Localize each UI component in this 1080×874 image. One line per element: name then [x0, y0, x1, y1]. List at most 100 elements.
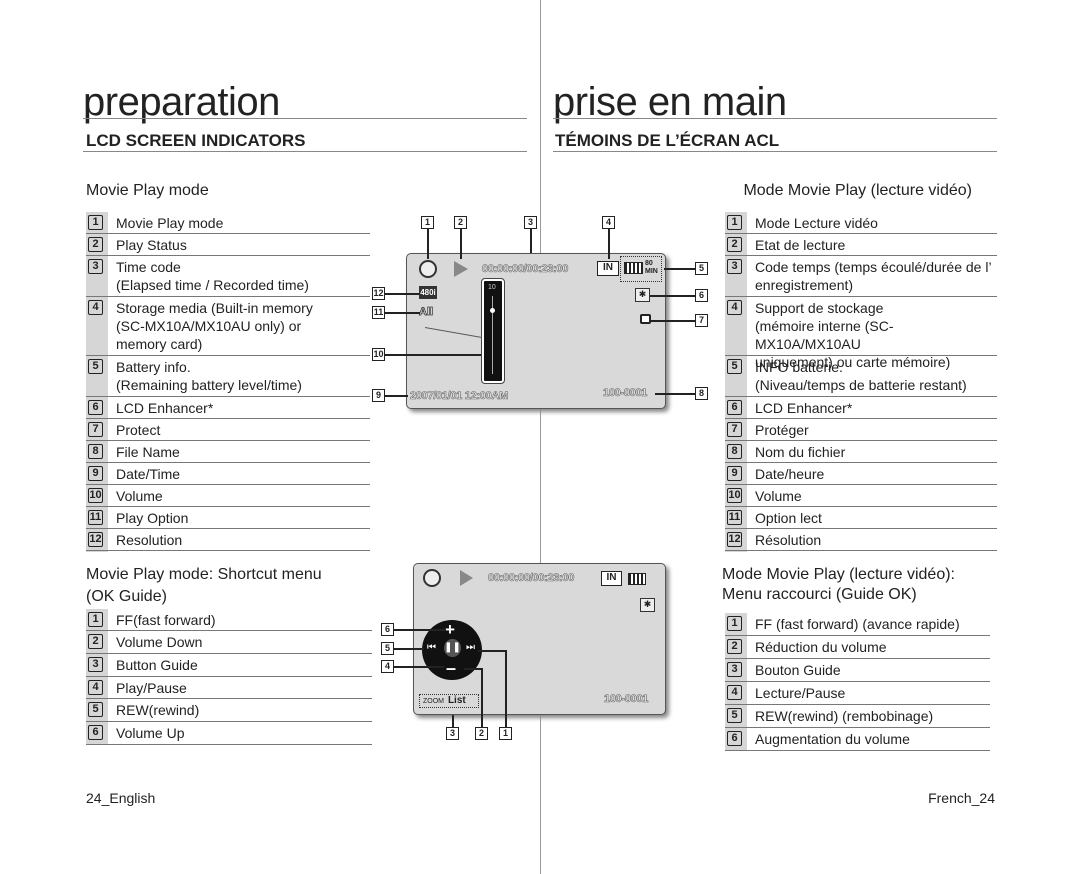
item-number: 5 — [727, 708, 742, 723]
item-number: 9 — [88, 466, 103, 481]
file-name: 100-0001 — [604, 693, 649, 706]
divider — [83, 151, 527, 152]
item-text: File Name — [116, 444, 180, 460]
item-text: Option lect — [755, 510, 822, 526]
callout-2: 2 — [475, 727, 488, 740]
item-text: Réduction du volume — [755, 639, 887, 655]
item-number: 8 — [88, 444, 103, 459]
volume-down-icon[interactable]: – — [446, 658, 456, 679]
list-item: 4 Play/Pause — [86, 677, 372, 699]
play-icon — [454, 261, 468, 277]
center-divider — [540, 0, 541, 874]
indicator-list-fr: 1 Mode Lecture vidéo 2 Etat de lecture 3 Code… — [725, 212, 997, 551]
lcd-enhancer-icon: ✱ — [640, 598, 655, 612]
callout-line — [385, 293, 420, 295]
item-number: 1 — [88, 215, 103, 230]
item-number: 6 — [88, 725, 103, 740]
item-number: 6 — [88, 400, 103, 415]
zoom-label: ZOOM — [423, 698, 444, 705]
list-item: 2 Réduction du volume — [725, 636, 990, 659]
item-text: Storage media (Built-in memory — [116, 300, 313, 316]
date-time: 2007/01/01 12:00AM — [410, 390, 509, 403]
callout-6: 6 — [381, 623, 394, 636]
shortcut-list-en: 1 FF(fast forward) 2 Volume Down 3 Button Gui… — [86, 609, 372, 745]
volume-up-icon[interactable]: + — [445, 620, 455, 640]
list-item: 12 Resolution — [86, 529, 370, 551]
item-text: Code temps (temps écoulé/durée de l’ — [755, 259, 992, 275]
play-icon — [460, 570, 473, 586]
item-text: enregistrement) — [755, 277, 854, 293]
list-item: 8 File Name — [86, 441, 370, 463]
movie-mode-icon — [423, 569, 441, 587]
item-text: Button Guide — [116, 657, 198, 673]
callout-line — [385, 354, 481, 356]
item-text: INFO batterie. — [755, 359, 843, 375]
fast-forward-icon[interactable]: ⏭ — [466, 642, 475, 653]
item-number: 9 — [727, 466, 742, 481]
callout-3: 3 — [524, 216, 537, 229]
item-text: Lecture/Pause — [755, 685, 846, 701]
callout-1: 1 — [421, 216, 434, 229]
item-number: 7 — [88, 422, 103, 437]
callout-line — [452, 715, 454, 727]
callout-10: 10 — [372, 348, 385, 361]
list-item: 4 Storage media (Built-in memory (SC-MX10A… — [86, 297, 370, 356]
shortcut-list-fr: 1 FF (fast forward) (avance rapide) 2 Réduc… — [725, 613, 990, 751]
volume-knob[interactable] — [490, 308, 495, 313]
callout-8: 8 — [695, 387, 708, 400]
lcd-screen-play-mode: 00:00:00/00:23:00 IN 80 MIN ✱ 480i All 1… — [406, 253, 666, 409]
list-item: 10 Volume — [725, 485, 997, 507]
item-text: LCD Enhancer* — [755, 400, 853, 416]
item-number: 1 — [88, 612, 103, 627]
callout-line — [650, 320, 695, 322]
list-item: 3 Bouton Guide — [725, 659, 990, 682]
callout-11: 11 — [372, 306, 385, 319]
list-item: 5 Battery info. (Remaining battery level/t… — [86, 356, 370, 397]
volume-slider[interactable]: 10 — [481, 278, 505, 384]
list-item: 10 Volume — [86, 485, 370, 507]
page-footer-left: 24_English — [86, 790, 156, 806]
item-text: Date/heure — [755, 466, 825, 482]
list-item: 12 Résolution — [725, 529, 997, 551]
battery-icon — [624, 262, 643, 274]
callout-12: 12 — [372, 287, 385, 300]
item-text: (mémoire interne (SC-MX10A/MX10AU — [755, 318, 894, 352]
item-number: 6 — [727, 731, 742, 746]
list-item: 1 Movie Play mode — [86, 212, 370, 234]
callout-2: 2 — [454, 216, 467, 229]
item-text: Resolution — [116, 532, 183, 548]
callout-line — [385, 395, 408, 397]
subtitle2b-right: Menu raccourci (Guide OK) — [722, 586, 917, 603]
item-text: REW(rewind) (rembobinage) — [755, 708, 934, 724]
item-text: (Remaining battery level/time) — [116, 377, 302, 393]
list-item: 9 Date/Time — [86, 463, 370, 485]
callout-line — [608, 229, 610, 259]
subtitle-right: Mode Movie Play (lecture vidéo) — [743, 182, 972, 199]
item-text: Nom du fichier — [755, 444, 846, 460]
subtitle2-right: Mode Movie Play (lecture vidéo): — [722, 566, 955, 583]
item-text: (Elapsed time / Recorded time) — [116, 277, 309, 293]
rewind-icon[interactable]: ⏮ — [427, 642, 436, 653]
item-number: 1 — [727, 215, 742, 230]
list-item: 5 REW(rewind) — [86, 699, 372, 722]
list-item: 2 Etat de lecture — [725, 234, 997, 256]
callout-line — [478, 650, 506, 652]
item-number: 12 — [727, 532, 742, 547]
callout-7: 7 — [695, 314, 708, 327]
item-number: 8 — [727, 444, 742, 459]
item-number: 10 — [727, 488, 742, 503]
callout-line — [394, 648, 424, 650]
list-item: 7 Protect — [86, 419, 370, 441]
file-name: 100-0001 — [603, 387, 648, 400]
item-text: Protect — [116, 422, 161, 438]
callout-line — [530, 229, 532, 253]
callout-1: 1 — [499, 727, 512, 740]
callout-line — [664, 268, 695, 270]
list-item: 7 Protéger — [725, 419, 997, 441]
item-number: 3 — [88, 259, 103, 274]
callout-line — [464, 668, 482, 670]
divider — [553, 151, 997, 152]
list-item: 6 Augmentation du volume — [725, 728, 990, 751]
item-text: (SC-MX10A/MX10AU only) or — [116, 318, 302, 334]
play-pause-icon[interactable]: ❚❚ — [444, 639, 461, 657]
